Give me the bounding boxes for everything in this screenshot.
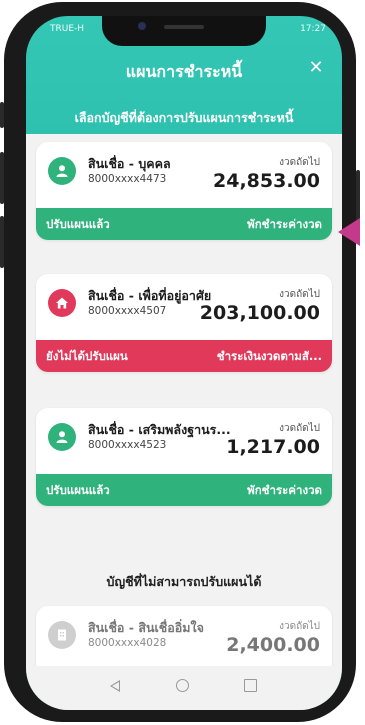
side-button (0, 102, 4, 128)
carrier-label: TRUE-H (50, 24, 85, 34)
notch (102, 16, 266, 46)
plan-status: ปรับแผนแล้ว (46, 483, 110, 497)
installment-amount: 24,853.00 (213, 170, 320, 192)
account-number: 8000xxxx4028 (88, 637, 167, 649)
pointer-arrow-icon (338, 218, 360, 246)
home-icon (48, 289, 76, 317)
next-installment-label: งวดถัดไป (279, 157, 320, 168)
plan-type: ชำระเงินงวดตามสั... (216, 349, 322, 363)
loan-name: สินเชื่อ - เสริมพลังฐานร... (88, 422, 231, 437)
installment-amount: 1,217.00 (226, 436, 320, 458)
phone-frame: TRUE-H 17:27 แผนการชำระหนี้ ✕ เลือกบัญชี… (0, 2, 360, 722)
person-icon (48, 157, 76, 185)
next-installment-label: งวดถัดไป (279, 289, 320, 300)
plan-type: พักชำระค่างวด (247, 217, 322, 231)
account-list: สินเชื่อ - บุคคล 8000xxxx4473 งวดถัดไป 2… (26, 134, 342, 676)
installment-amount: 203,100.00 (199, 302, 320, 324)
account-number: 8000xxxx4523 (88, 439, 167, 451)
loan-card-strengthen[interactable]: สินเชื่อ - เสริมพลังฐานร... 8000xxxx4523… (36, 408, 332, 506)
next-installment-label: งวดถัดไป (279, 621, 320, 632)
loan-card-housing[interactable]: สินเชื่อ - เพื่อที่อยู่อาศัย 8000xxxx450… (36, 274, 332, 372)
status-time: 17:27 (300, 24, 326, 34)
instruction-text: เลือกบัญชีที่ต้องการปรับแผนการชำระหนี้ (74, 110, 294, 125)
installment-amount: 2,400.00 (226, 634, 320, 656)
page-title: แผนการชำระหนี้ (125, 62, 243, 81)
next-installment-label: งวดถัดไป (279, 423, 320, 434)
plan-status-bar: ปรับแผนแล้ว พักชำระค่างวด (36, 474, 332, 506)
speaker-icon (164, 25, 204, 29)
volume-down-button (0, 216, 4, 268)
account-number: 8000xxxx4473 (88, 173, 167, 185)
volume-up-button (0, 152, 4, 204)
building-icon (48, 621, 76, 649)
loan-card-personal[interactable]: สินเชื่อ - บุคคล 8000xxxx4473 งวดถัดไป 2… (36, 142, 332, 240)
system-nav-bar (26, 666, 342, 710)
recents-nav-icon[interactable] (244, 679, 257, 692)
app-screen: TRUE-H 17:27 แผนการชำระหนี้ ✕ เลือกบัญชี… (26, 16, 342, 710)
person-icon (48, 423, 76, 451)
back-nav-icon[interactable] (110, 680, 120, 692)
close-icon[interactable]: ✕ (304, 56, 328, 80)
loan-name: สินเชื่อ - บุคคล (88, 156, 171, 171)
loan-name: สินเชื่อ - เพื่อที่อยู่อาศัย (88, 288, 212, 303)
account-number: 8000xxxx4507 (88, 305, 167, 317)
plan-status-bar: ยังไม่ได้ปรับแผน ชำระเงินงวดตามสั... (36, 340, 332, 372)
camera-icon (138, 22, 146, 30)
plan-status-bar: ปรับแผนแล้ว พักชำระค่างวด (36, 208, 332, 240)
plan-status: ปรับแผนแล้ว (46, 217, 110, 231)
loan-name: สินเชื่อ - สินเชื่ออิ่มใจ (88, 620, 204, 635)
plan-status: ยังไม่ได้ปรับแผน (46, 349, 128, 363)
home-nav-icon[interactable] (176, 679, 189, 692)
plan-type: พักชำระค่างวด (247, 483, 322, 497)
section-title-ineligible: บัญชีที่ไม่สามารถปรับแผนได้ (106, 574, 262, 589)
